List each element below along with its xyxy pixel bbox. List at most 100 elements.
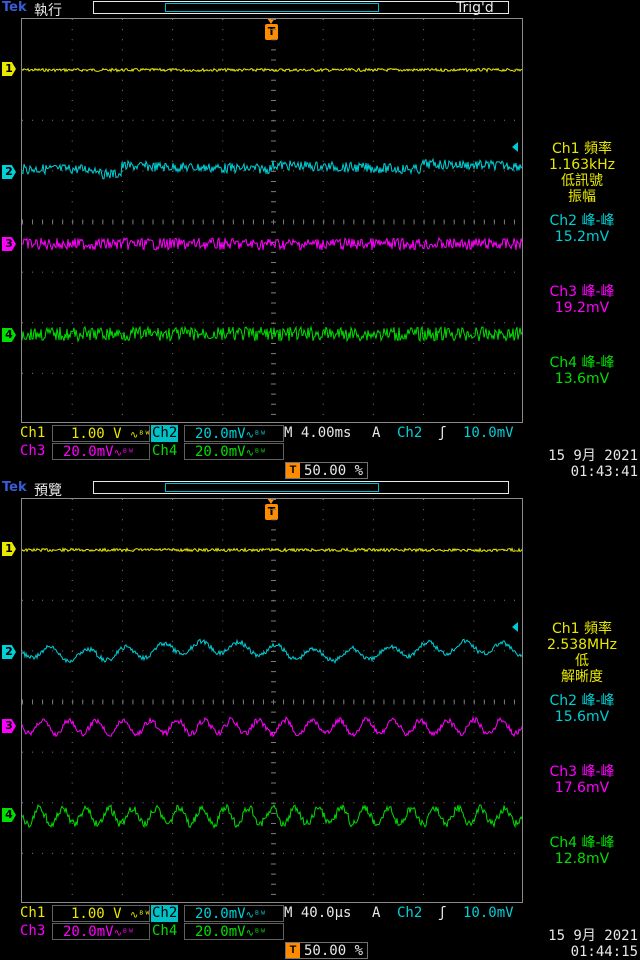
time: 01:43:41 [570,464,638,480]
status-readout: Ch1 1.00 V ∿ᴮᵂ Ch2 20.0mV∿ᴮᵂ M 4.00ms A … [0,424,640,480]
acquisition-mode: 執行 [34,3,62,19]
ch4-label[interactable]: Ch4 [152,443,177,460]
ch2-scale[interactable]: 20.0mV∿ᴮᵂ [184,905,284,922]
ch2-label[interactable]: Ch2 [151,425,179,442]
measurement-value: 15.2mV [554,229,610,245]
measurement-label: Ch4 峰-峰 [549,835,615,851]
timebase[interactable]: M 40.0µs [284,905,351,922]
ch1-scale[interactable]: 1.00 V ∿ᴮᵂ [52,905,150,922]
date-time: 15 9月 2021 01:43:41 [538,448,638,480]
bw-limit-icon: ∿ᴮᵂ [130,910,151,921]
graticule-dots [22,19,515,415]
acquisition-mode: 預覽 [34,483,62,499]
tek-logo: Tek [2,0,27,15]
ch1-ground-marker[interactable]: 1 [2,62,16,76]
measurement-ch4: Ch4 峰-峰 13.6mV [524,355,640,387]
trigger-mode: A [372,905,381,921]
date-time: 15 9月 2021 01:44:15 [538,928,638,960]
ch2-scale[interactable]: 20.0mV∿ᴮᵂ [184,425,284,442]
ch2-trace [22,157,522,180]
trigger-slope-icon: ʃ [438,425,447,441]
ch1-trace [22,67,522,73]
graticule-grid [22,19,522,415]
ch4-trace [22,803,522,829]
measurement-label: Ch2 峰-峰 [549,693,615,709]
scope-screen-2: Tek 預覽 T 1 2 3 4 Ch1 頻率 2.538MHz 低 解晰度 C… [0,480,640,960]
ch2-ground-marker[interactable]: 2 [2,645,16,659]
measurement-note: 解晰度 [561,669,603,685]
trigger-source[interactable]: Ch2 [397,425,422,442]
measurement-label: Ch1 頻率 [551,621,612,637]
measurement-value: 2.538MHz [546,637,618,653]
measurement-ch1: Ch1 頻率 1.163kHz 低訊號 振幅 [524,141,640,205]
measurement-label: Ch2 峰-峰 [549,213,615,229]
bw-limit-icon: ∿ᴮᵂ [245,430,266,441]
measurement-value: 13.6mV [554,371,610,387]
tek-logo: Tek [2,480,27,495]
measurement-ch2: Ch2 峰-峰 15.6mV [524,693,640,725]
ch1-trace [22,546,522,553]
bw-limit-icon: ∿ᴮᵂ [130,430,151,441]
measurement-value: 12.8mV [554,851,610,867]
ch2-label[interactable]: Ch2 [151,905,179,922]
trigger-position-readout[interactable]: T 50.00 % [285,462,369,479]
ch3-scale[interactable]: 20.0mV∿ᴮᵂ [52,443,150,460]
bw-limit-icon: ∿ᴮᵂ [245,910,266,921]
graticule[interactable] [21,498,523,903]
scope-screen-1: Tek 執行 Trig'd T 1 2 3 4 Ch1 頻率 1.163kHz … [0,0,640,480]
ch1-scale[interactable]: 1.00 V ∿ᴮᵂ [52,425,150,442]
measurement-label: Ch1 頻率 [551,141,612,157]
ch2-ground-marker[interactable]: 2 [2,165,16,179]
date: 15 9月 2021 [548,928,638,944]
trigger-slope-icon: ʃ [438,905,447,921]
ch1-label[interactable]: Ch1 [20,425,45,442]
measurement-value: 19.2mV [554,300,610,316]
record-view-window[interactable] [165,483,379,492]
trigger-position-readout[interactable]: T 50.00 % [285,942,369,959]
measurement-value: 15.6mV [554,709,610,725]
measurement-value: 17.6mV [554,780,610,796]
measurement-value: 1.163kHz [548,157,616,173]
measurement-note: 低 [575,653,589,669]
graticule-grid [22,499,522,895]
measurement-label: Ch3 峰-峰 [549,764,615,780]
trigger-icon: T [286,463,300,478]
ch4-scale[interactable]: 20.0mV∿ᴮᵂ [184,443,284,460]
graticule-dots [22,499,515,895]
record-view-window[interactable] [165,3,379,12]
measurement-ch1: Ch1 頻率 2.538MHz 低 解晰度 [524,621,640,685]
measurement-ch3: Ch3 峰-峰 17.6mV [524,764,640,796]
trigger-mode: A [372,425,381,441]
trigger-state: Trig'd [456,0,494,16]
trigger-source[interactable]: Ch2 [397,905,422,922]
ch4-label[interactable]: Ch4 [152,923,177,940]
measurement-ch4: Ch4 峰-峰 12.8mV [524,835,640,867]
trigger-level-marker[interactable] [512,142,518,152]
ch4-trace [22,325,522,343]
bw-limit-icon: ∿ᴮᵂ [245,448,266,459]
ch3-ground-marker[interactable]: 3 [2,719,16,733]
trigger-icon: T [286,943,300,958]
graticule[interactable] [21,18,523,423]
status-readout: Ch1 1.00 V ∿ᴮᵂ Ch2 20.0mV∿ᴮᵂ M 40.0µs A … [0,904,640,960]
timebase[interactable]: M 4.00ms [284,425,351,442]
trigger-level[interactable]: 10.0mV [463,905,514,922]
ch1-ground-marker[interactable]: 1 [2,542,16,556]
ch1-label[interactable]: Ch1 [20,905,45,922]
ch4-ground-marker[interactable]: 4 [2,328,16,342]
ch3-scale[interactable]: 20.0mV∿ᴮᵂ [52,923,150,940]
ch3-trace [22,715,522,738]
measurement-note: 振幅 [568,189,596,205]
ch3-trace [22,236,522,252]
measurement-label: Ch3 峰-峰 [549,284,615,300]
trigger-level-marker[interactable] [512,622,518,632]
ch4-ground-marker[interactable]: 4 [2,808,16,822]
top-status-bar: Tek 執行 Trig'd [0,0,640,19]
measurement-ch3: Ch3 峰-峰 19.2mV [524,284,640,316]
ch3-label[interactable]: Ch3 [20,923,45,940]
ch4-scale[interactable]: 20.0mV∿ᴮᵂ [184,923,284,940]
ch3-ground-marker[interactable]: 3 [2,237,16,251]
ch3-label[interactable]: Ch3 [20,443,45,460]
bw-limit-icon: ∿ᴮᵂ [113,448,134,459]
trigger-level[interactable]: 10.0mV [463,425,514,442]
